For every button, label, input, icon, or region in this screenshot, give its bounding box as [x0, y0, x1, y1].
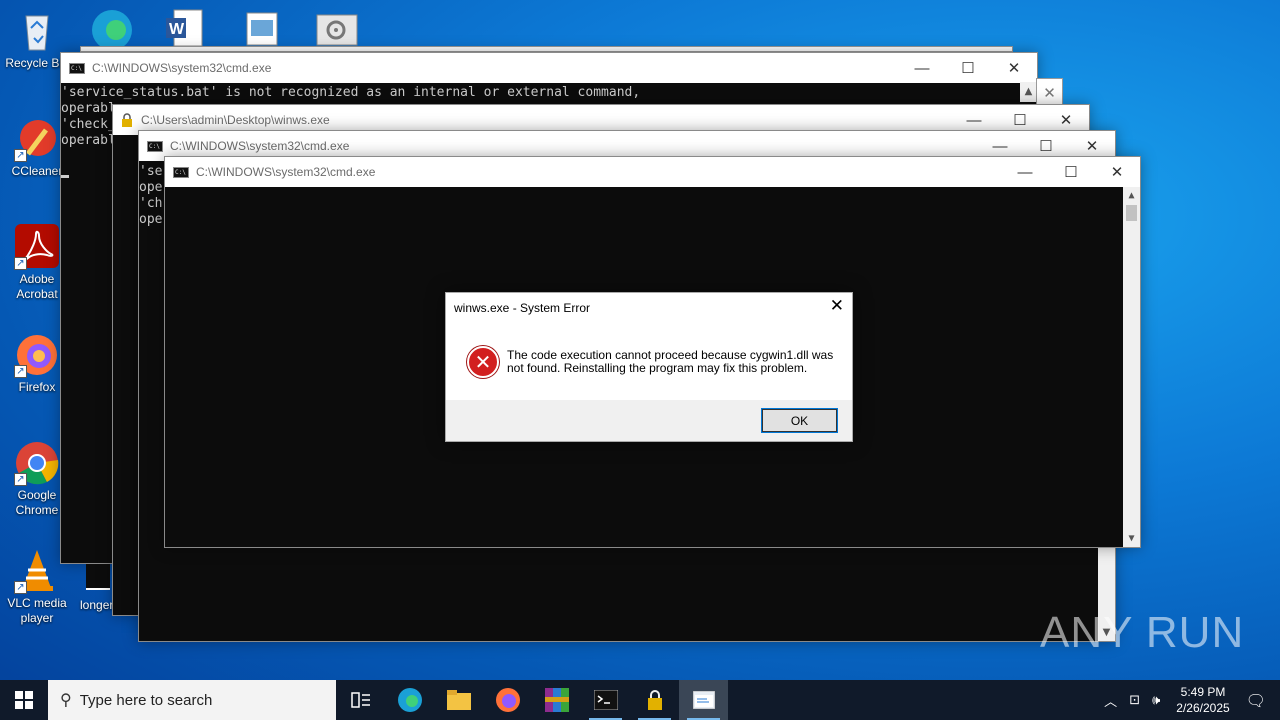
ok-button[interactable]: OK: [761, 408, 838, 433]
folder-icon: [446, 690, 471, 710]
cmd-icon: C:\: [69, 62, 85, 74]
lock-icon: [647, 690, 662, 710]
shortcut-arrow-icon: ↗: [14, 365, 27, 378]
taskbar-file-explorer[interactable]: [434, 680, 483, 720]
task-view-icon: [350, 692, 370, 708]
edge-icon: [397, 688, 422, 712]
minimize-button[interactable]: —: [1002, 164, 1048, 181]
taskbar-edge[interactable]: [385, 680, 434, 720]
edge-desktop-icon[interactable]: [88, 6, 136, 50]
search-box[interactable]: ⚲ Type here to search: [48, 680, 336, 720]
taskbar-firefox[interactable]: [483, 680, 532, 720]
taskbar-winws[interactable]: [630, 680, 679, 720]
window-icon: [692, 691, 715, 709]
volume-icon[interactable]: 🕪: [1152, 693, 1160, 708]
dialog-footer: OK: [446, 400, 852, 441]
maximize-button[interactable]: ☐: [997, 111, 1043, 129]
chevron-up-icon[interactable]: ︿: [1104, 691, 1117, 710]
cmd-icon: [593, 690, 618, 710]
error-icon: ✕: [467, 346, 499, 378]
shortcut-arrow-icon: ↗: [14, 581, 27, 594]
time: 5:49 PM: [1180, 685, 1226, 699]
search-placeholder: Type here to search: [79, 691, 213, 709]
vlc-icon: ↗: [14, 548, 60, 594]
cmd-icon: C:\: [173, 166, 189, 178]
recycle-bin-icon: [14, 8, 60, 54]
settings-file-icon[interactable]: [316, 14, 358, 46]
cmd-icon: C:\: [147, 140, 163, 152]
icon-label: longer: [80, 598, 114, 612]
window-title: C:\WINDOWS\system32\cmd.exe: [92, 61, 272, 75]
cmd-window-1-scrollbar[interactable]: ▲: [1020, 82, 1037, 102]
date: 2/26/2025: [1176, 701, 1230, 715]
winrar-icon: [544, 688, 569, 712]
chrome-icon: ↗: [14, 440, 60, 486]
maximize-button[interactable]: ☐: [1023, 137, 1069, 155]
text-cursor: [61, 175, 69, 178]
firefox-icon: [495, 688, 520, 712]
shortcut-arrow-icon: ↗: [14, 473, 27, 486]
shortcut-arrow-icon: ↗: [14, 257, 27, 270]
search-icon: ⚲: [60, 692, 72, 709]
watermark: ANY RUN: [1040, 608, 1245, 657]
system-tray: ︿ ⊡ 🕪 5:49 PM 2/26/2025 🗨: [1098, 680, 1280, 720]
scroll-down-button[interactable]: ▼: [1123, 530, 1140, 547]
maximize-button[interactable]: ☐: [945, 59, 991, 77]
task-view-button[interactable]: [336, 680, 385, 720]
acrobat-icon: ↗: [14, 224, 60, 270]
title-bar[interactable]: C:\ C:\WINDOWS\system32\cmd.exe — ☐ ✕: [165, 157, 1140, 187]
taskbar: ⚲ Type here to search ︿ ⊡ 🕪 5:49 PM 2/26…: [0, 680, 1280, 720]
windows-logo-icon: [15, 691, 33, 709]
close-button[interactable]: ✕: [991, 59, 1037, 77]
taskbar-error-dialog[interactable]: [679, 680, 728, 720]
taskbar-cmd[interactable]: [581, 680, 630, 720]
notifications-icon[interactable]: 🗨: [1246, 691, 1266, 710]
close-button[interactable]: ✕: [1069, 137, 1115, 155]
start-button[interactable]: [0, 680, 48, 720]
shortcut-icon: [86, 564, 110, 590]
close-icon[interactable]: ✕: [830, 296, 844, 316]
taskbar-winrar[interactable]: [532, 680, 581, 720]
minimize-button[interactable]: —: [977, 138, 1023, 155]
firefox-icon: ↗: [14, 332, 60, 378]
window-title: C:\WINDOWS\system32\cmd.exe: [170, 139, 350, 153]
maximize-button[interactable]: ☐: [1048, 163, 1094, 181]
word-document-icon[interactable]: W: [166, 8, 204, 47]
title-bar[interactable]: C:\ C:\WINDOWS\system32\cmd.exe — ☐ ✕: [61, 53, 1037, 83]
close-button[interactable]: ✕: [1043, 111, 1089, 129]
network-icon[interactable]: ⊡: [1129, 693, 1140, 708]
scrollbar[interactable]: ▲ ▼: [1123, 187, 1140, 547]
system-error-dialog[interactable]: winws.exe - System Error ✕ ✕ The code ex…: [445, 292, 853, 442]
icon-label: VLC media player: [7, 596, 67, 625]
minimize-button[interactable]: —: [951, 112, 997, 129]
window-title: C:\Users\admin\Desktop\winws.exe: [141, 113, 330, 127]
minimize-button[interactable]: —: [899, 60, 945, 77]
shortcut-arrow-icon: ↗: [14, 149, 27, 162]
lock-icon: [121, 113, 133, 127]
image-file-icon[interactable]: [246, 12, 278, 46]
close-button[interactable]: ✕: [1094, 163, 1140, 181]
scroll-thumb[interactable]: [1126, 205, 1137, 221]
ccleaner-icon: ↗: [14, 116, 60, 162]
scroll-up-button[interactable]: ▲: [1123, 187, 1140, 204]
dialog-title: winws.exe - System Error: [454, 301, 591, 315]
error-message: The code execution cannot proceed becaus…: [507, 348, 834, 375]
window-title: C:\WINDOWS\system32\cmd.exe: [196, 165, 376, 179]
clock[interactable]: 5:49 PM 2/26/2025: [1176, 684, 1229, 716]
desktop-icon-longer[interactable]: longer: [76, 562, 116, 620]
svg-text:W: W: [169, 21, 185, 38]
